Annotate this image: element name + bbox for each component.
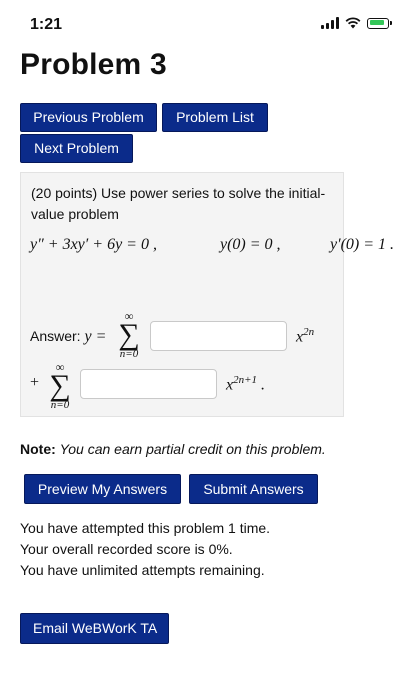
email-ta-button[interactable]: Email WeBWorK TA: [20, 613, 169, 644]
ode-equation: y″ + 3xy′ + 6y = 0 ,: [30, 236, 157, 253]
status-time: 1:21: [30, 16, 63, 33]
problem-statement: (20 points) Use power series to solve th…: [31, 185, 326, 222]
plus-sign: +: [30, 374, 40, 391]
summation-2: ∞ ∑ n=0: [45, 361, 75, 411]
coefficient-even-input[interactable]: [150, 321, 287, 351]
note-text: You can earn partial credit on this prob…: [59, 441, 326, 457]
recorded-score: Your overall recorded score is 0%.: [20, 541, 233, 557]
submit-answers-button[interactable]: Submit Answers: [189, 474, 318, 504]
term-odd-exponent: 2n+1: [233, 374, 258, 386]
battery-charging-icon: [367, 17, 392, 29]
term-odd-period: .: [261, 376, 266, 394]
note-label: Note:: [20, 441, 56, 457]
initial-condition-2: y′(0) = 1 .: [330, 236, 395, 253]
problem-list-button[interactable]: Problem List: [162, 103, 268, 132]
wifi-icon: [345, 17, 361, 29]
initial-condition-1: y(0) = 0 ,: [220, 236, 281, 253]
page-title: Problem 3: [20, 48, 167, 81]
answer-label-row: Answer: y =: [30, 328, 106, 346]
term-even-power: x2n: [296, 326, 314, 346]
coefficient-odd-input[interactable]: [80, 369, 217, 399]
attempts-count: You have attempted this problem 1 time.: [20, 520, 271, 536]
next-problem-button[interactable]: Next Problem: [20, 134, 133, 163]
term-odd-power: x2n+1 .: [226, 374, 265, 394]
summation-1: ∞ ∑ n=0: [114, 310, 144, 360]
attempts-remaining: You have unlimited attempts remaining.: [20, 562, 265, 578]
status-bar: 1:21: [0, 0, 409, 44]
sum-symbol: ∑: [118, 318, 140, 351]
sum-symbol: ∑: [49, 369, 71, 402]
status-icons: [321, 17, 392, 29]
partial-credit-note: Note: You can earn partial credit on thi…: [20, 441, 326, 457]
previous-problem-button[interactable]: Previous Problem: [20, 103, 157, 132]
preview-answers-button[interactable]: Preview My Answers: [24, 474, 181, 504]
signal-icon: [321, 17, 339, 29]
term-even-exponent: 2n: [303, 326, 315, 338]
answer-label: Answer:: [30, 328, 81, 344]
answer-lhs: y =: [84, 328, 107, 345]
